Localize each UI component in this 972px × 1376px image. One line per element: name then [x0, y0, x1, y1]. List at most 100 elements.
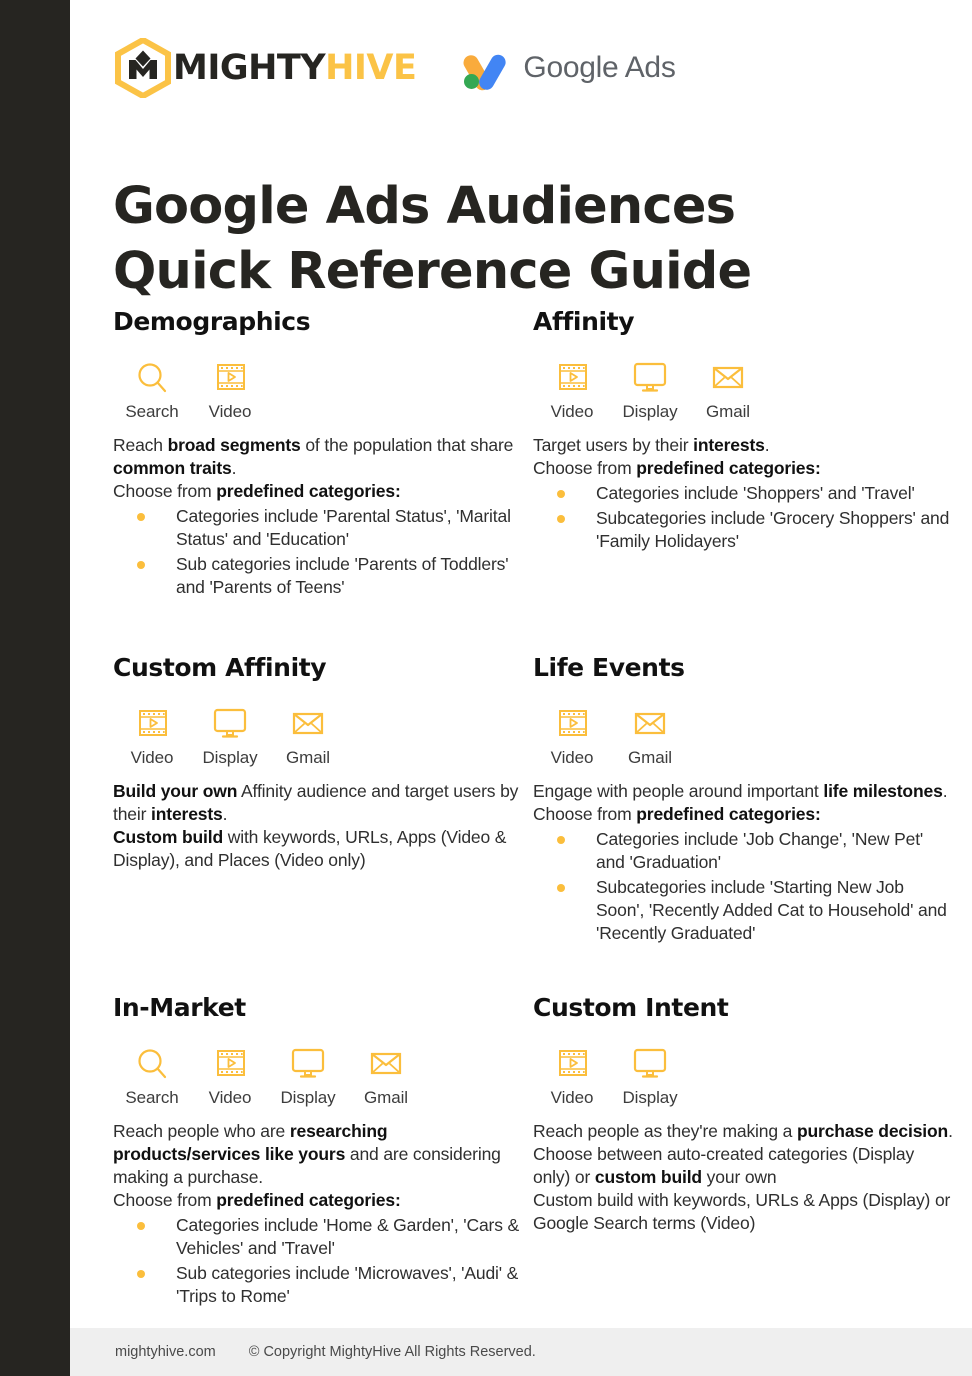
section-affinity: Affinity Video Display Gmail Target users by… — [533, 308, 953, 553]
video-icon — [552, 1044, 592, 1084]
channel-video: Video — [191, 1044, 269, 1108]
section-paragraph: Build your own Affinity audience and tar… — [113, 780, 533, 826]
page-content: MIGHTYHIVE Google Ads Google Ads Audienc… — [70, 0, 972, 1376]
channel-label: Video — [550, 1087, 594, 1107]
section-demographics: Demographics Search Video Reach broad segme… — [113, 308, 533, 599]
plain-text: Reach people as they're making a — [533, 1120, 797, 1141]
emphasis-text: purchase decision — [796, 1120, 949, 1141]
page-title: Google Ads Audiences Quick Reference Gui… — [113, 174, 933, 305]
channel-list: Video Display Gmail — [533, 358, 953, 422]
emphasis-text: Custom build — [113, 826, 223, 847]
channel-label: Display — [202, 747, 258, 767]
section-title-life-events: Life Events — [533, 653, 685, 682]
plain-text: your own — [701, 1166, 777, 1187]
channel-label: Gmail — [706, 401, 750, 421]
channel-gmail: Gmail — [269, 704, 347, 768]
channel-label: Video — [130, 747, 174, 767]
section-life-events: Life Events Video Gmail Engage with people … — [533, 654, 953, 945]
channel-label: Video — [208, 1087, 252, 1107]
section-paragraph: Choose from predefined categories: — [533, 803, 953, 826]
channel-list: Video Display — [533, 1044, 953, 1108]
section-paragraph: Custom build with keywords, URLs, Apps (… — [113, 826, 533, 872]
section-bullet-item: Categories include 'Parental Status', 'M… — [113, 505, 533, 551]
section-bullet-item: Sub categories include 'Microwaves', 'Au… — [113, 1262, 533, 1308]
channel-list: Video Gmail — [533, 704, 953, 768]
channel-gmail: Gmail — [347, 1044, 425, 1108]
section-paragraph: Engage with people around important life… — [533, 780, 953, 803]
section-title-affinity: Affinity — [533, 307, 635, 336]
plain-text: Target users by their — [533, 434, 694, 455]
page-title-line-2: Quick Reference Guide — [113, 242, 752, 302]
emphasis-text: life milestones — [823, 780, 943, 801]
section-paragraph: Target users by their interests. — [533, 434, 953, 457]
footer-website[interactable]: mightyhive.com — [115, 1344, 216, 1360]
section-bullet-list: Categories include 'Shoppers' and 'Trave… — [533, 482, 953, 553]
channel-list: Search Video — [113, 358, 533, 422]
section-paragraph: Choose between auto-created categories (… — [533, 1143, 953, 1189]
page-title-line-1: Google Ads Audiences — [113, 177, 736, 237]
plain-text: . — [222, 803, 228, 824]
channel-video: Video — [533, 358, 611, 422]
section-custom-affinity: Custom Affinity Video Display Gmail Build yo… — [113, 654, 533, 872]
channel-display: Display — [191, 704, 269, 768]
section-paragraph: Reach people as they're making a purchas… — [533, 1120, 953, 1143]
section-custom-intent: Custom Intent Video Display Reach people as… — [533, 994, 953, 1235]
sections-row: In-Market Search Video Display Gmail Reach pe… — [113, 994, 953, 1344]
plain-text: Choose from — [113, 480, 217, 501]
section-bullet-item: Categories include 'Job Change', 'New Pe… — [533, 828, 953, 874]
channel-label: Display — [622, 401, 678, 421]
plain-text: Choose from — [533, 803, 637, 824]
display-icon — [210, 704, 250, 744]
section-paragraph: Reach people who are researching product… — [113, 1120, 533, 1189]
channel-label: Video — [550, 747, 594, 767]
logo-row: MIGHTYHIVE Google Ads — [115, 36, 676, 100]
footer-copyright: © Copyright MightyHive All Rights Reserv… — [248, 1344, 536, 1360]
channel-video: Video — [533, 1044, 611, 1108]
plain-text: Reach people who are — [113, 1120, 290, 1141]
channel-video: Video — [191, 358, 269, 422]
section-paragraph: Reach broad segments of the population t… — [113, 434, 533, 480]
channel-video: Video — [113, 704, 191, 768]
emphasis-text: interests — [151, 803, 223, 824]
section-bullet-item: Categories include 'Home & Garden', 'Car… — [113, 1214, 533, 1260]
channel-label: Gmail — [628, 747, 672, 767]
emphasis-text: broad segments — [167, 434, 301, 455]
section-title-demographics: Demographics — [113, 307, 311, 336]
mightyhive-hex-icon — [115, 36, 171, 100]
google-ads-mark-icon — [460, 43, 510, 93]
channel-label: Search — [125, 1087, 179, 1107]
channel-search: Search — [113, 358, 191, 422]
search-icon — [132, 358, 172, 398]
channel-search: Search — [113, 1044, 191, 1108]
reference-guide-page: MIGHTYHIVE Google Ads Google Ads Audienc… — [0, 0, 972, 1376]
emphasis-text: custom build — [594, 1166, 702, 1187]
google-ads-logo: Google Ads — [460, 43, 676, 93]
plain-text: . — [948, 1120, 953, 1141]
plain-text: . — [764, 434, 770, 455]
gmail-icon — [630, 704, 670, 744]
channel-display: Display — [611, 358, 689, 422]
channel-gmail: Gmail — [611, 704, 689, 768]
emphasis-text: predefined categories: — [216, 480, 401, 501]
emphasis-text: predefined categories: — [216, 1189, 401, 1210]
section-bullet-list: Categories include 'Parental Status', 'M… — [113, 505, 533, 599]
mightyhive-logo: MIGHTYHIVE — [115, 36, 417, 100]
display-icon — [630, 1044, 670, 1084]
channel-label: Gmail — [364, 1087, 408, 1107]
channel-label: Video — [208, 401, 252, 421]
section-bullet-list: Categories include 'Job Change', 'New Pe… — [533, 828, 953, 945]
section-title-custom-intent: Custom Intent — [533, 993, 729, 1022]
plain-text: Choose from — [533, 457, 637, 478]
sections-row: Demographics Search Video Reach broad segme… — [113, 308, 953, 654]
section-bullet-item: Sub categories include 'Parents of Toddl… — [113, 553, 533, 599]
emphasis-text: predefined categories: — [636, 803, 821, 824]
video-icon — [210, 358, 250, 398]
sections-row: Custom Affinity Video Display Gmail Build yo… — [113, 654, 953, 994]
channel-label: Video — [550, 401, 594, 421]
mightyhive-wordmark-mighty: MIGHTY — [173, 47, 326, 88]
plain-text: Choose from — [113, 1189, 217, 1210]
section-title-in-market: In-Market — [113, 993, 246, 1022]
plain-text: . — [942, 780, 948, 801]
channel-display: Display — [611, 1044, 689, 1108]
section-bullet-item: Categories include 'Shoppers' and 'Trave… — [533, 482, 953, 505]
